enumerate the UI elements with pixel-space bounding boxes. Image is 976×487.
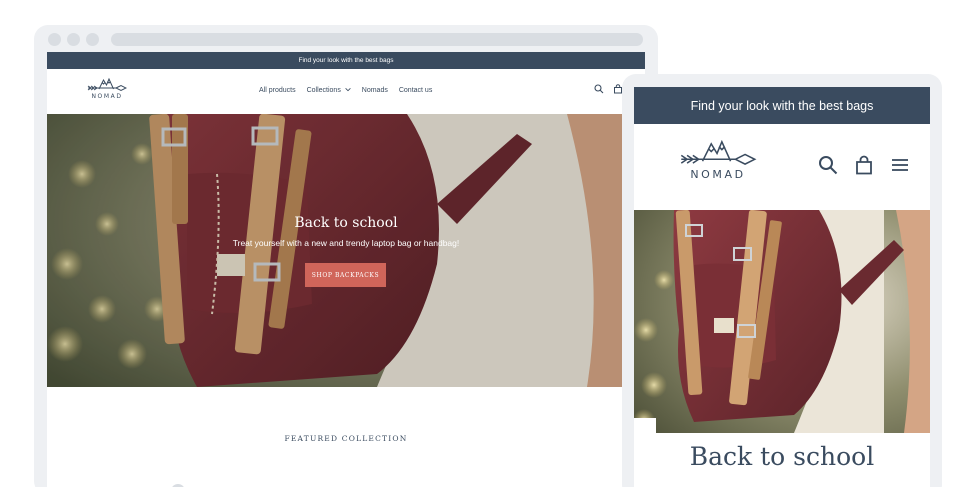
shopping-bag-icon[interactable] <box>854 155 874 175</box>
nav-link-collections-label: Collections <box>306 87 341 94</box>
mobile-hero-image <box>634 210 930 433</box>
mobile-header-actions <box>818 155 910 175</box>
hero-title: Back to school <box>294 215 398 231</box>
main-navigation: All products Collections Nomads Contact … <box>259 87 432 94</box>
arrow-mountain-logo-icon <box>87 77 127 92</box>
announcement-text: Find your look with the best bags <box>298 57 394 64</box>
mobile-hero-title: Back to school <box>689 442 875 471</box>
window-maximize-dot[interactable] <box>86 33 99 46</box>
window-close-dot[interactable] <box>48 33 61 46</box>
mobile-brand-wordmark: NOMAD <box>690 168 746 181</box>
desktop-browser-mockup: Find your look with the best bags NOMAD … <box>34 25 658 487</box>
mobile-brand-logo[interactable]: NOMAD <box>676 138 760 181</box>
mobile-announcement-text: Find your look with the best bags <box>690 98 874 113</box>
mobile-storefront-page: Find your look with the best bags NOMAD <box>634 87 930 487</box>
mobile-hero-backpack-image <box>634 210 930 433</box>
site-header: NOMAD All products Collections Nomads Co… <box>47 69 645 114</box>
header-actions <box>594 84 623 94</box>
search-icon[interactable] <box>594 84 604 94</box>
brand-wordmark: NOMAD <box>91 93 123 100</box>
chevron-down-icon <box>345 88 351 92</box>
mobile-site-header: NOMAD <box>634 124 930 210</box>
brand-logo[interactable]: NOMAD <box>83 77 131 100</box>
address-bar[interactable] <box>111 33 643 46</box>
hero-banner: Back to school Treat yourself with a new… <box>47 114 645 387</box>
search-icon[interactable] <box>818 155 838 175</box>
announcement-bar: Find your look with the best bags <box>47 52 645 69</box>
nav-link-collections[interactable]: Collections <box>307 87 351 94</box>
featured-collection-heading: FEATURED COLLECTION <box>284 434 408 443</box>
nav-link-all-products[interactable]: All products <box>259 87 296 94</box>
arrow-mountain-logo-icon <box>680 139 757 165</box>
nav-link-nomads[interactable]: Nomads <box>362 87 388 94</box>
desktop-storefront-page: Find your look with the best bags NOMAD … <box>47 52 645 487</box>
hero-subtitle: Treat yourself with a new and trendy lap… <box>232 238 460 248</box>
window-controls <box>48 33 99 46</box>
hero-backpack-image <box>47 114 645 387</box>
nav-link-contact-us[interactable]: Contact us <box>399 87 432 94</box>
hamburger-menu-icon[interactable] <box>890 155 910 175</box>
window-minimize-dot[interactable] <box>67 33 80 46</box>
shop-backpacks-button[interactable]: SHOP BACKPACKS <box>305 263 386 287</box>
mobile-device-mockup: Find your look with the best bags NOMAD <box>622 74 942 487</box>
mobile-announcement-bar: Find your look with the best bags <box>634 87 930 124</box>
